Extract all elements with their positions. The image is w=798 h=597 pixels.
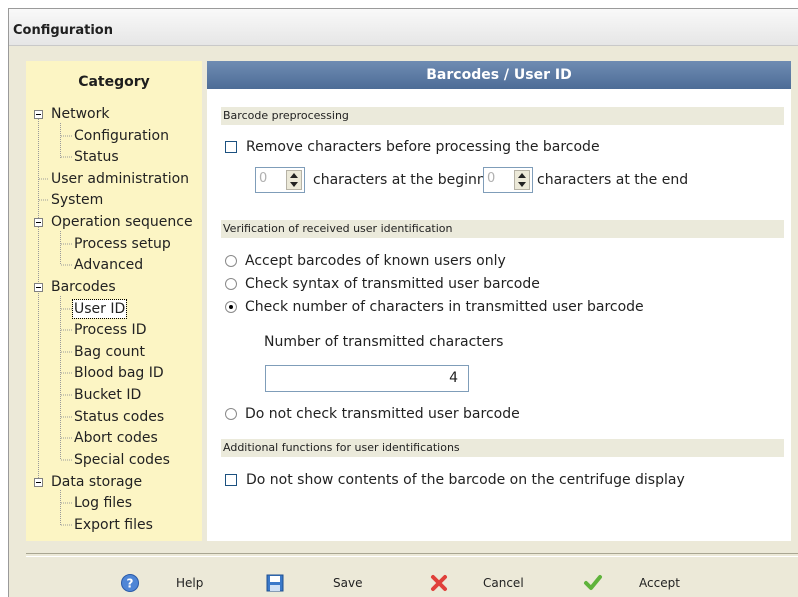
check-syntax-radio[interactable] bbox=[225, 278, 237, 290]
green-checkmark-icon bbox=[584, 575, 602, 590]
tree-item-log-files[interactable]: Log files bbox=[74, 494, 132, 512]
save-button[interactable]: Save bbox=[265, 571, 365, 595]
save-label: Save bbox=[333, 576, 363, 590]
floppy-disk-icon bbox=[266, 574, 284, 592]
begin-characters-label: characters at the beginn bbox=[313, 172, 486, 188]
accept-button[interactable]: Accept bbox=[583, 571, 693, 595]
configuration-window: Configuration Category Network Configura… bbox=[8, 8, 798, 597]
tree-item-system[interactable]: System bbox=[51, 191, 103, 209]
cancel-button[interactable]: Cancel bbox=[429, 571, 539, 595]
help-button[interactable]: ? Help bbox=[120, 571, 210, 595]
svg-text:?: ? bbox=[127, 577, 134, 591]
accept-label: Accept bbox=[639, 576, 680, 590]
footer-divider bbox=[26, 553, 798, 557]
help-label: Help bbox=[176, 576, 204, 590]
tree-item-configuration[interactable]: Configuration bbox=[74, 127, 169, 145]
tree-item-special-codes[interactable]: Special codes bbox=[74, 451, 170, 469]
begin-characters-value: 0 bbox=[259, 171, 268, 186]
remove-characters-label: Remove characters before processing the … bbox=[246, 139, 600, 155]
end-characters-value: 0 bbox=[487, 171, 496, 186]
accept-known-users-label: Accept barcodes of known users only bbox=[245, 253, 506, 269]
check-number-label: Check number of characters in transmitte… bbox=[245, 299, 644, 315]
tree-item-data-storage[interactable]: Data storage bbox=[51, 473, 142, 491]
settings-panel: Barcode preprocessing Remove characters … bbox=[207, 89, 791, 541]
tree-item-user-administration[interactable]: User administration bbox=[51, 170, 189, 188]
hide-contents-label: Do not show contents of the barcode on t… bbox=[246, 472, 685, 488]
hide-contents-checkbox[interactable] bbox=[225, 474, 237, 486]
tree-item-network[interactable]: Network bbox=[51, 105, 109, 123]
category-header: Category bbox=[78, 74, 150, 90]
tree-item-barcodes[interactable]: Barcodes bbox=[51, 278, 116, 296]
tree-item-bag-count[interactable]: Bag count bbox=[74, 343, 145, 361]
category-sidebar: Category Network Configuration Status Us… bbox=[26, 61, 202, 541]
no-check-radio[interactable] bbox=[225, 408, 237, 420]
tree-item-process-setup[interactable]: Process setup bbox=[74, 235, 171, 253]
cancel-label: Cancel bbox=[483, 576, 524, 590]
tree-item-status-codes[interactable]: Status codes bbox=[74, 408, 164, 426]
collapse-data-storage-icon[interactable] bbox=[34, 478, 43, 487]
no-check-label: Do not check transmitted user barcode bbox=[245, 406, 520, 422]
section-barcode-preprocessing: Barcode preprocessing bbox=[221, 107, 784, 125]
end-characters-spinner[interactable]: 0 bbox=[483, 167, 533, 193]
spinner-arrows-icon[interactable] bbox=[286, 170, 302, 190]
collapse-operation-sequence-icon[interactable] bbox=[34, 218, 43, 227]
tree-item-bucket-id[interactable]: Bucket ID bbox=[74, 386, 141, 404]
tree-item-advanced[interactable]: Advanced bbox=[74, 256, 143, 274]
accept-known-users-radio[interactable] bbox=[225, 255, 237, 267]
tree-item-export-files[interactable]: Export files bbox=[74, 516, 153, 534]
check-syntax-label: Check syntax of transmitted user barcode bbox=[245, 276, 540, 292]
red-x-icon bbox=[431, 575, 447, 591]
window-title: Configuration bbox=[13, 23, 113, 38]
tree-item-user-id[interactable]: User ID bbox=[71, 299, 128, 319]
page-title: Barcodes / User ID bbox=[207, 61, 791, 89]
tree-item-abort-codes[interactable]: Abort codes bbox=[74, 429, 158, 447]
tree-item-blood-bag-id[interactable]: Blood bag ID bbox=[74, 364, 164, 382]
number-of-characters-input[interactable]: 4 bbox=[265, 365, 469, 392]
spinner-arrows-icon[interactable] bbox=[514, 170, 530, 190]
collapse-network-icon[interactable] bbox=[34, 110, 43, 119]
remove-characters-checkbox[interactable] bbox=[225, 141, 237, 153]
section-additional-functions: Additional functions for user identifica… bbox=[221, 439, 784, 457]
end-characters-label: characters at the end bbox=[537, 172, 689, 188]
number-of-characters-label: Number of transmitted characters bbox=[264, 334, 504, 350]
check-number-radio[interactable] bbox=[225, 301, 237, 313]
tree-item-status[interactable]: Status bbox=[74, 148, 119, 166]
collapse-barcodes-icon[interactable] bbox=[34, 283, 43, 292]
help-icon: ? bbox=[121, 574, 139, 592]
tree-item-process-id[interactable]: Process ID bbox=[74, 321, 146, 339]
tree-item-operation-sequence[interactable]: Operation sequence bbox=[51, 213, 193, 231]
section-verification: Verification of received user identifica… bbox=[221, 220, 784, 238]
title-bar: Configuration bbox=[9, 9, 798, 46]
begin-characters-spinner[interactable]: 0 bbox=[255, 167, 305, 193]
